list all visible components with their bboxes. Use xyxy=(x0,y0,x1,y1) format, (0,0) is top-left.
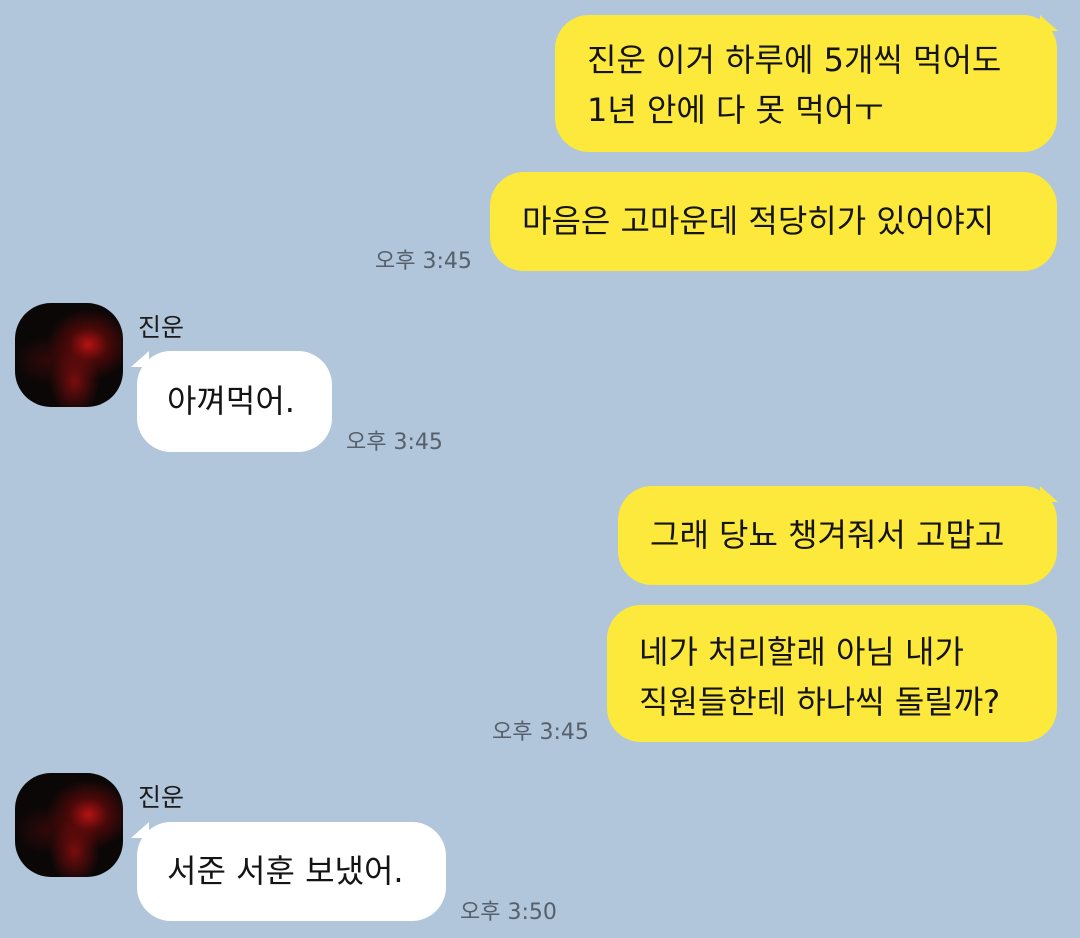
message-bubble-sent[interactable]: 그래 당뇨 챙겨줘서 고맙고 xyxy=(618,486,1057,585)
contact-avatar[interactable] xyxy=(15,773,123,877)
message-timestamp: 오후 3:45 xyxy=(346,430,443,455)
message-bubble-sent[interactable]: 진운 이거 하루에 5개씩 먹어도 1년 안에 다 못 먹어ㅜ xyxy=(555,15,1057,152)
message-timestamp: 오후 3:50 xyxy=(460,900,557,925)
message-timestamp: 오후 3:45 xyxy=(492,720,589,745)
message-bubble-sent[interactable]: 마음은 고마운데 적당히가 있어야지 xyxy=(490,172,1057,271)
message-bubble-received[interactable]: 아껴먹어. xyxy=(137,351,332,452)
message-timestamp: 오후 3:45 xyxy=(375,249,472,274)
message-bubble-received[interactable]: 서준 서훈 보냈어. xyxy=(137,822,446,921)
sender-name: 진운 xyxy=(138,313,185,342)
message-bubble-sent[interactable]: 네가 처리할래 아님 내가 직원들한테 하나씩 돌릴까? xyxy=(607,605,1057,742)
sender-name: 진운 xyxy=(138,783,185,812)
contact-avatar[interactable] xyxy=(15,303,123,407)
